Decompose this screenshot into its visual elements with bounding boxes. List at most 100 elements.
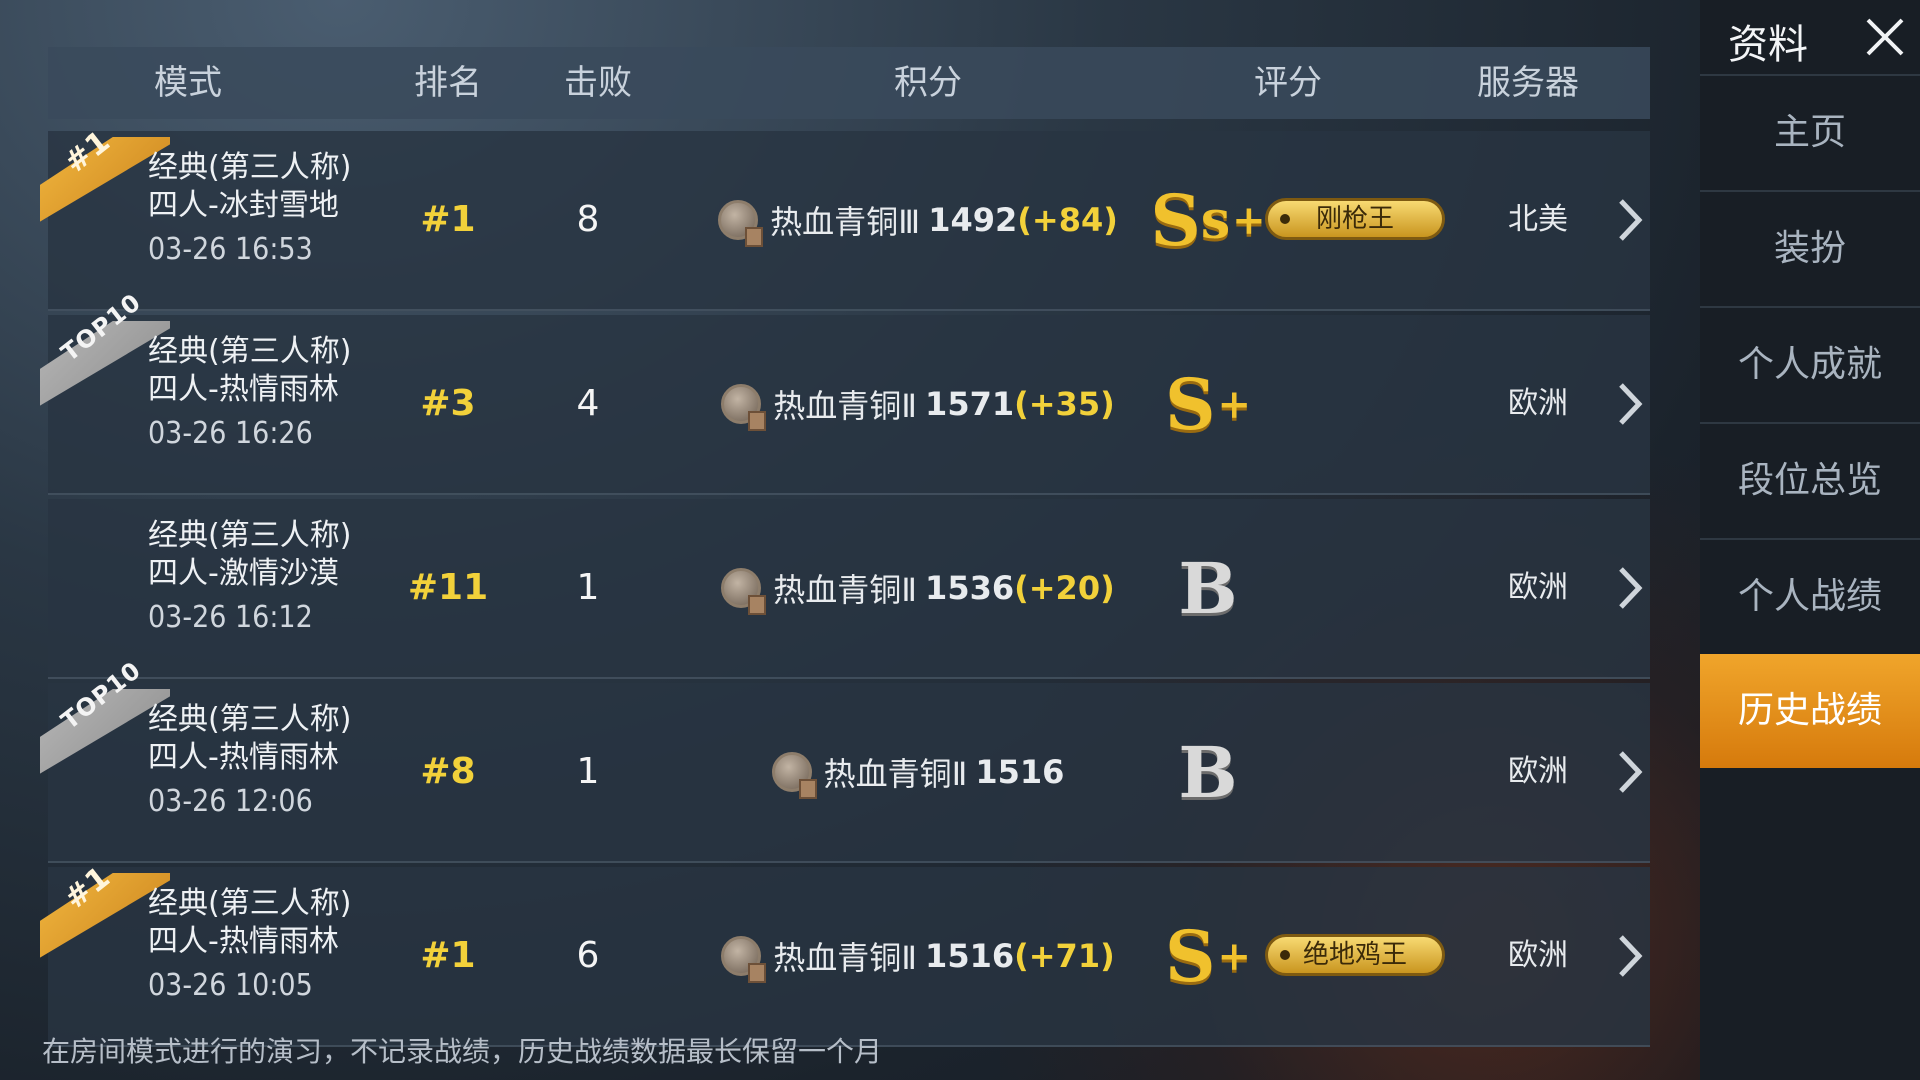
title-badge: 刚枪王	[1265, 198, 1445, 240]
grade-plus: +	[1232, 196, 1266, 244]
bronze-medal-icon	[771, 752, 817, 799]
header-rank: 排名	[414, 63, 482, 103]
footer-note: 在房间模式进行的演习，不记录战绩，历史战绩数据最长保留一个月	[42, 1035, 883, 1068]
table-row[interactable]: TOP10 经典(第三人称) 四人-热情雨林 03-26 16:26 #3 4 热…	[40, 288, 1652, 495]
sidebar-item[interactable]: 历史战绩	[1700, 654, 1920, 768]
score-cell: 热血青铜Ⅱ 1516	[708, 683, 1128, 861]
mode-name: 经典(第三人称)	[148, 702, 352, 737]
table-row[interactable]: 经典(第三人称) 四人-激情沙漠 03-26 16:12 #11 1 热血青铜Ⅱ …	[48, 499, 1650, 679]
sidebar-item[interactable]: 段位总览	[1700, 422, 1920, 538]
map-name: 四人-热情雨林	[148, 740, 339, 775]
mode-cell: 经典(第三人称) 四人-热情雨林 03-26 12:06	[148, 701, 351, 821]
server-cell: 欧洲	[1508, 938, 1568, 973]
map-name: 四人-激情沙漠	[148, 556, 339, 591]
header-server: 服务器	[1477, 63, 1579, 103]
kills-cell: 1	[576, 567, 600, 608]
table-row[interactable]: TOP10 经典(第三人称) 四人-热情雨林 03-26 12:06 #8 1 热…	[40, 656, 1652, 863]
profile-sidebar: 资料 主页 装扮 个人成就 段位总览 个人战绩 历史战绩	[1700, 0, 1920, 1080]
grade-letter: S	[1164, 362, 1216, 446]
mode-cell: 经典(第三人称) 四人-冰封雪地 03-26 16:53	[148, 149, 351, 269]
grade-plus: +	[1217, 380, 1252, 428]
grade-letter: B	[1178, 546, 1238, 630]
tier-name: 热血青铜Ⅱ	[773, 939, 918, 977]
mode-cell: 经典(第三人称) 四人-激情沙漠 03-26 16:12	[148, 517, 351, 637]
match-time: 03-26 10:05	[148, 968, 313, 1003]
chevron-right-icon[interactable]	[1608, 565, 1652, 611]
grade-letter: S	[1150, 178, 1201, 262]
table-row[interactable]: #1 经典(第三人称) 四人-冰封雪地 03-26 16:53 #1 8 热血青铜…	[40, 123, 1652, 311]
server-cell: 欧洲	[1508, 570, 1568, 605]
header-kills: 击败	[564, 63, 632, 103]
sidebar-item[interactable]: 装扮	[1700, 190, 1920, 306]
score-cell: 热血青铜Ⅱ 1536 (+20)	[708, 499, 1128, 677]
server-cell: 北美	[1508, 202, 1568, 237]
sidebar-title: 资料	[1728, 22, 1808, 68]
sidebar-item[interactable]: 个人成就	[1700, 306, 1920, 422]
kills-cell: 6	[576, 935, 600, 976]
server-cell: 欧洲	[1508, 754, 1568, 789]
title-badge: 绝地鸡王	[1265, 934, 1445, 976]
score-cell: 热血青铜Ⅲ 1492 (+84)	[708, 131, 1128, 309]
chevron-right-icon[interactable]	[1608, 933, 1652, 979]
map-name: 四人-冰封雪地	[148, 188, 339, 223]
server-cell: 欧洲	[1508, 386, 1568, 421]
grade-cell: B	[1128, 499, 1288, 677]
tier-name: 热血青铜Ⅱ	[823, 755, 968, 793]
close-icon[interactable]	[1860, 12, 1910, 62]
mode-name: 经典(第三人称)	[148, 518, 352, 553]
kills-cell: 1	[576, 751, 600, 792]
chevron-right-icon[interactable]	[1608, 197, 1652, 243]
points: 1492	[928, 201, 1018, 239]
chevron-right-icon[interactable]	[1608, 381, 1652, 427]
points: 1516	[925, 937, 1015, 975]
rank-cell: #11	[407, 567, 489, 608]
mode-name: 经典(第三人称)	[148, 334, 352, 369]
match-time: 03-26 16:12	[148, 600, 313, 635]
tier-name: 热血青铜Ⅱ	[773, 571, 918, 609]
header-rating: 评分	[1254, 63, 1322, 103]
grade-letter: B	[1178, 730, 1238, 814]
score-cell: 热血青铜Ⅱ 1571 (+35)	[708, 315, 1128, 493]
table-row[interactable]: #1 经典(第三人称) 四人-热情雨林 03-26 10:05 #1 6 热血青铜…	[40, 859, 1652, 1047]
points: 1516	[975, 753, 1065, 791]
points-delta: (+71)	[1014, 937, 1115, 975]
map-name: 四人-热情雨林	[148, 372, 339, 407]
grade-cell: B	[1128, 683, 1288, 861]
chevron-right-icon[interactable]	[1608, 749, 1652, 795]
bronze-medal-icon	[721, 568, 767, 615]
bronze-medal-icon	[718, 200, 764, 247]
points-delta: (+84)	[1017, 201, 1118, 239]
bronze-medal-icon	[721, 936, 767, 983]
sidebar-item[interactable]: 主页	[1700, 74, 1920, 190]
grade-cell: Ss +	[1128, 131, 1288, 309]
grade-sub: s	[1200, 189, 1231, 251]
kills-cell: 4	[576, 383, 600, 424]
mode-name: 经典(第三人称)	[148, 150, 352, 185]
match-history-table: 模式 排名 击败 积分 评分 服务器 #1 经典(第三人称) 四人-冰封雪地 0…	[40, 47, 1652, 1047]
grade-cell: S +	[1128, 315, 1288, 493]
table-body: #1 经典(第三人称) 四人-冰封雪地 03-26 16:53 #1 8 热血青铜…	[40, 123, 1652, 1047]
header-score: 积分	[894, 63, 962, 103]
grade-plus: +	[1217, 932, 1252, 980]
rank-cell: #3	[420, 383, 476, 424]
points-delta: (+35)	[1014, 385, 1115, 423]
rank-cell: #8	[420, 751, 476, 792]
grade-letter: S	[1164, 914, 1216, 998]
kills-cell: 8	[576, 199, 600, 240]
tier-name: 热血青铜Ⅱ	[773, 387, 918, 425]
header-mode: 模式	[154, 63, 222, 103]
points-delta: (+20)	[1014, 569, 1115, 607]
table-header: 模式 排名 击败 积分 评分 服务器	[48, 47, 1650, 119]
rank-cell: #1	[420, 199, 476, 240]
match-time: 03-26 16:53	[148, 232, 313, 267]
mode-cell: 经典(第三人称) 四人-热情雨林 03-26 10:05	[148, 885, 351, 1005]
match-time: 03-26 12:06	[148, 784, 313, 819]
mode-name: 经典(第三人称)	[148, 886, 352, 921]
sidebar-item[interactable]: 个人战绩	[1700, 538, 1920, 654]
score-cell: 热血青铜Ⅱ 1516 (+71)	[708, 867, 1128, 1045]
grade-cell: S +	[1128, 867, 1288, 1045]
rank-cell: #1	[420, 935, 476, 976]
bronze-medal-icon	[721, 384, 767, 431]
mode-cell: 经典(第三人称) 四人-热情雨林 03-26 16:26	[148, 333, 351, 453]
map-name: 四人-热情雨林	[148, 924, 339, 959]
